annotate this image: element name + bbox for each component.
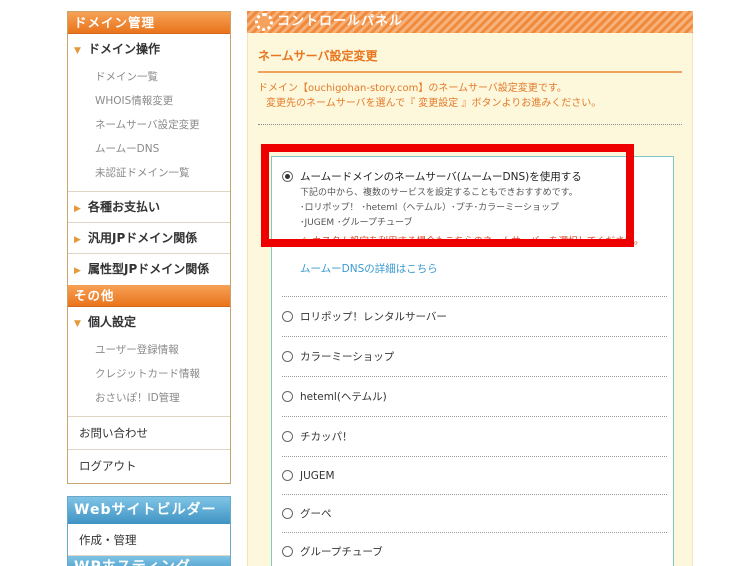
sidebar-item-label: 汎用JPドメイン関係 (88, 231, 198, 245)
gear-icon (255, 13, 273, 31)
option-grouptube[interactable]: グループチューブ (282, 533, 667, 566)
option-label: heteml(ヘテムル) (300, 391, 387, 403)
option-label: グループチューブ (300, 546, 383, 558)
intro-text: ドメイン【ouchigohan-story.com】のネームサーバ設定変更です。… (258, 81, 682, 111)
option-label: カラーミーショップ (300, 351, 395, 363)
section-header-hosting: WPホスティング (68, 556, 230, 566)
option-label: ムームードメインのネームサーバ(ムームーDNS)を使用する (300, 171, 582, 183)
radio-icon[interactable] (282, 546, 293, 557)
sidebar-item-jp-generic[interactable]: ▶ 汎用JPドメイン関係 (68, 223, 230, 254)
option-chicappa[interactable]: チカッパ！ (282, 417, 667, 457)
sidebar-link-contact[interactable]: お問い合わせ (68, 417, 230, 450)
option-label: ロリポップ！レンタルサーバー (300, 311, 447, 323)
sidebar-item-label: 属性型JPドメイン関係 (88, 262, 210, 276)
option-colorme[interactable]: カラーミーショップ (282, 337, 667, 377)
desc-line-3: ･JUGEM ･グループチューブ (300, 218, 413, 228)
radio-icon[interactable] (282, 311, 293, 322)
sidebar-link-credit-card[interactable]: クレジットカード情報 (68, 362, 230, 386)
option-goope[interactable]: グーペ (282, 495, 667, 533)
section-header-other: その他 (68, 285, 230, 307)
triangle-right-icon: ▶ (74, 235, 81, 245)
sidebar-item-personal[interactable]: ▼ 個人設定 (68, 307, 230, 338)
radio-icon[interactable] (282, 431, 293, 442)
option-label: グーペ (300, 508, 332, 520)
control-panel: コントロールパネル ネームサーバ設定変更 ドメイン【ouchigohan-sto… (247, 11, 693, 566)
sidebar-item-label: 各種お支払い (88, 200, 161, 214)
intro-line-1: ドメイン【ouchigohan-story.com】のネームサーバ設定変更です。 (258, 83, 567, 94)
sidebar-item-jp-attr[interactable]: ▶ 属性型JPドメイン関係 (68, 254, 230, 285)
section-header-builder: Webサイトビルダー (68, 497, 230, 524)
control-panel-title: コントロールパネル (277, 14, 404, 29)
triangle-down-icon: ▼ (74, 319, 81, 329)
control-panel-header: コントロールパネル (247, 11, 693, 33)
option-heteml[interactable]: heteml(ヘテムル) (282, 377, 667, 417)
desc-line-2: ･ロリポップ！ ･heteml（ヘテムル）･プチ･カラーミーショップ (300, 203, 559, 213)
section-header-domain: ドメイン管理 (68, 12, 230, 34)
sidebar-builder-box: Webサイトビルダー 作成・管理 WPホスティング (67, 496, 231, 566)
muumuu-dns-detail-link[interactable]: ムームーDNSの詳細はこちら (300, 261, 667, 276)
sidebar-link-unverified[interactable]: 未認証ドメイン一覧 (68, 161, 230, 185)
page-title: ネームサーバ設定変更 (258, 33, 682, 73)
radio-icon[interactable] (282, 470, 293, 481)
option-jugem[interactable]: JUGEM (282, 457, 667, 495)
sidebar-link-user-info[interactable]: ユーザー登録情報 (68, 338, 230, 362)
sidebar-item-label: 個人設定 (88, 315, 137, 329)
intro-line-2: 変更先のネームサーバを選んで『 変更設定 』ボタンよりお進みください。 (266, 98, 602, 109)
sidebar-link-nameserver[interactable]: ネームサーバ設定変更 (68, 113, 230, 137)
warning-message: カスタム設定を利用する場合もこちらのネームサーバーを選択してください。 (312, 236, 644, 247)
option-label: チカッパ！ (300, 431, 353, 443)
sidebar-item-domain-ops[interactable]: ▼ ドメイン操作 (68, 34, 230, 65)
triangle-down-icon: ▼ (74, 46, 81, 56)
dotted-divider (258, 124, 682, 125)
option-label: JUGEM (300, 470, 335, 482)
radio-icon[interactable] (282, 508, 293, 519)
radio-icon[interactable] (282, 391, 293, 402)
sidebar-link-logout[interactable]: ログアウト (68, 450, 230, 483)
sidebar-item-label: ドメイン操作 (88, 42, 161, 56)
triangle-right-icon: ▶ (74, 204, 81, 214)
nameserver-options: ムームードメインのネームサーバ(ムームーDNS)を使用する 下記の中から、複数の… (271, 156, 674, 566)
option-muumuu-dns[interactable]: ムームードメインのネームサーバ(ムームーDNS)を使用する 下記の中から、複数の… (282, 157, 667, 297)
sidebar-link-muumuu-dns[interactable]: ムームーDNS (68, 137, 230, 161)
sidebar-item-payments[interactable]: ▶ 各種お支払い (68, 192, 230, 223)
desc-line-1: 下記の中から、複数のサービスを設定することもできおすすめです。 (300, 188, 578, 198)
radio-icon[interactable] (282, 351, 293, 362)
sidebar: ドメイン管理 ▼ ドメイン操作 ドメイン一覧 WHOIS情報変更 ネームサーバ設定… (67, 11, 231, 566)
sidebar-link-domain-list[interactable]: ドメイン一覧 (68, 65, 230, 89)
sidebar-link-osaipo-id[interactable]: おさいぽ！ID管理 (68, 386, 230, 410)
domain-ops-sublist: ドメイン一覧 WHOIS情報変更 ネームサーバ設定変更 ムームーDNS 未認証ド… (68, 65, 230, 192)
triangle-right-icon: ▶ (74, 266, 81, 276)
warning-icon: ⚠ (300, 236, 309, 247)
sidebar-main-box: ドメイン管理 ▼ ドメイン操作 ドメイン一覧 WHOIS情報変更 ネームサーバ設定… (67, 11, 231, 484)
sidebar-link-whois[interactable]: WHOIS情報変更 (68, 89, 230, 113)
option-description: 下記の中から、複数のサービスを設定することもできおすすめです。 ･ロリポップ！ … (300, 186, 667, 231)
radio-checked-icon[interactable] (282, 171, 293, 182)
personal-sublist: ユーザー登録情報 クレジットカード情報 おさいぽ！ID管理 (68, 338, 230, 417)
warning-text: ⚠ カスタム設定を利用する場合もこちらのネームサーバーを選択してください。 (300, 235, 667, 249)
option-lolipop[interactable]: ロリポップ！レンタルサーバー (282, 297, 667, 337)
sidebar-link-builder-manage[interactable]: 作成・管理 (68, 524, 230, 556)
